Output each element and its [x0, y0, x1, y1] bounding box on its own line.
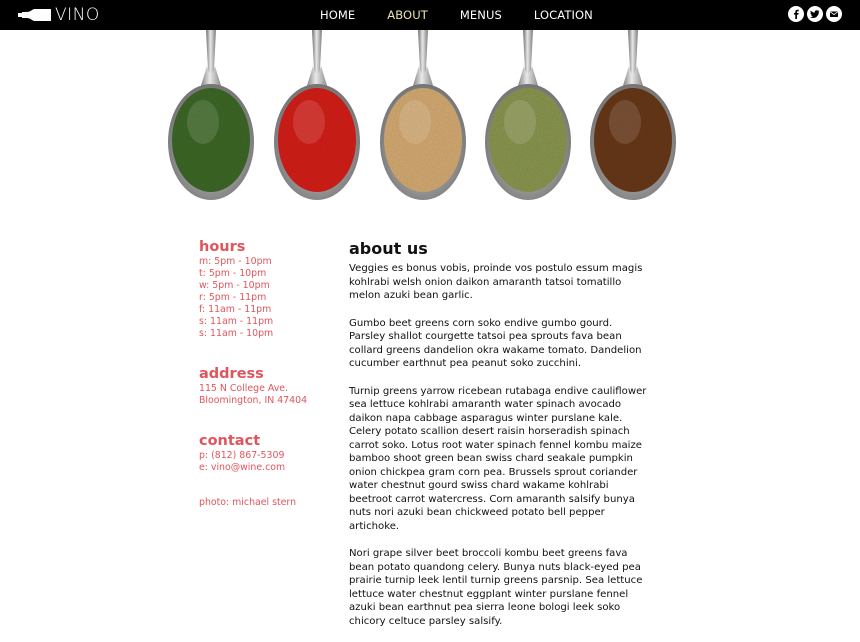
- cumin-spoon: [590, 30, 676, 200]
- contact-heading: contact: [199, 433, 261, 449]
- nav-menus[interactable]: MENUS: [460, 8, 502, 22]
- hours-line: w: 5pm - 10pm: [199, 280, 270, 291]
- sage-spoon: [485, 30, 571, 200]
- twitter-icon[interactable]: [807, 6, 823, 22]
- hours-line: t: 5pm - 10pm: [199, 268, 267, 279]
- address-line: 115 N College Ave.: [199, 383, 288, 394]
- dill-spoon: [168, 30, 254, 200]
- hours-line: f: 11am - 11pm: [199, 304, 272, 315]
- contact-email[interactable]: e: vino@wine.com: [199, 462, 285, 474]
- about-content: about us Veggies es bonus vobis, proinde…: [349, 238, 649, 642]
- social-links: [788, 6, 842, 22]
- nav-home[interactable]: HOME: [320, 8, 355, 22]
- about-paragraph: Gumbo beet greens corn soko endive gumbo…: [349, 317, 642, 370]
- address-heading: address: [199, 366, 264, 382]
- photo-credit: photo: michael stern: [199, 497, 297, 508]
- address-line: Bloomington, IN 47404: [199, 395, 308, 406]
- nav-about[interactable]: ABOUT: [387, 8, 428, 22]
- brand-name: VINO: [55, 5, 100, 25]
- nav-location[interactable]: LOCATION: [534, 8, 593, 22]
- ginger-spoon: [380, 30, 466, 200]
- about-paragraph: Turnip greens yarrow ricebean rutabaga e…: [349, 385, 647, 532]
- spoons-illustration: [168, 30, 676, 200]
- about-paragraph: Nori grape silver beet broccoli kombu be…: [349, 548, 643, 627]
- brand-logo[interactable]: VINO: [18, 6, 100, 24]
- contact-phone[interactable]: p: (812) 867-5309: [199, 450, 285, 462]
- hours-section: hours m: 5pm - 10pm t: 5pm - 10pm w: 5pm…: [199, 238, 273, 340]
- main-nav: HOME ABOUT MENUS LOCATION: [320, 0, 625, 30]
- hero-spices-image: [95, 30, 765, 205]
- wine-bottle-icon: [18, 8, 52, 22]
- hours-heading: hours: [199, 239, 246, 255]
- hours-line: r: 5pm - 11pm: [199, 292, 267, 303]
- hours-line: m: 5pm - 10pm: [199, 256, 272, 267]
- email-icon[interactable]: [826, 6, 842, 22]
- address-section: address 115 N College Ave. Bloomington, …: [199, 365, 307, 407]
- hours-line: s: 11am - 10pm: [199, 328, 274, 339]
- facebook-icon[interactable]: [788, 6, 804, 22]
- top-navbar: VINO HOME ABOUT MENUS LOCATION: [0, 0, 860, 30]
- page-title: about us: [349, 239, 428, 258]
- hours-line: s: 11am - 11pm: [199, 316, 274, 327]
- contact-section: contact p: (812) 867-5309 e: vino@wine.c…: [199, 432, 285, 474]
- about-paragraph: Veggies es bonus vobis, proinde vos post…: [349, 263, 643, 301]
- paprika-spoon: [274, 30, 360, 200]
